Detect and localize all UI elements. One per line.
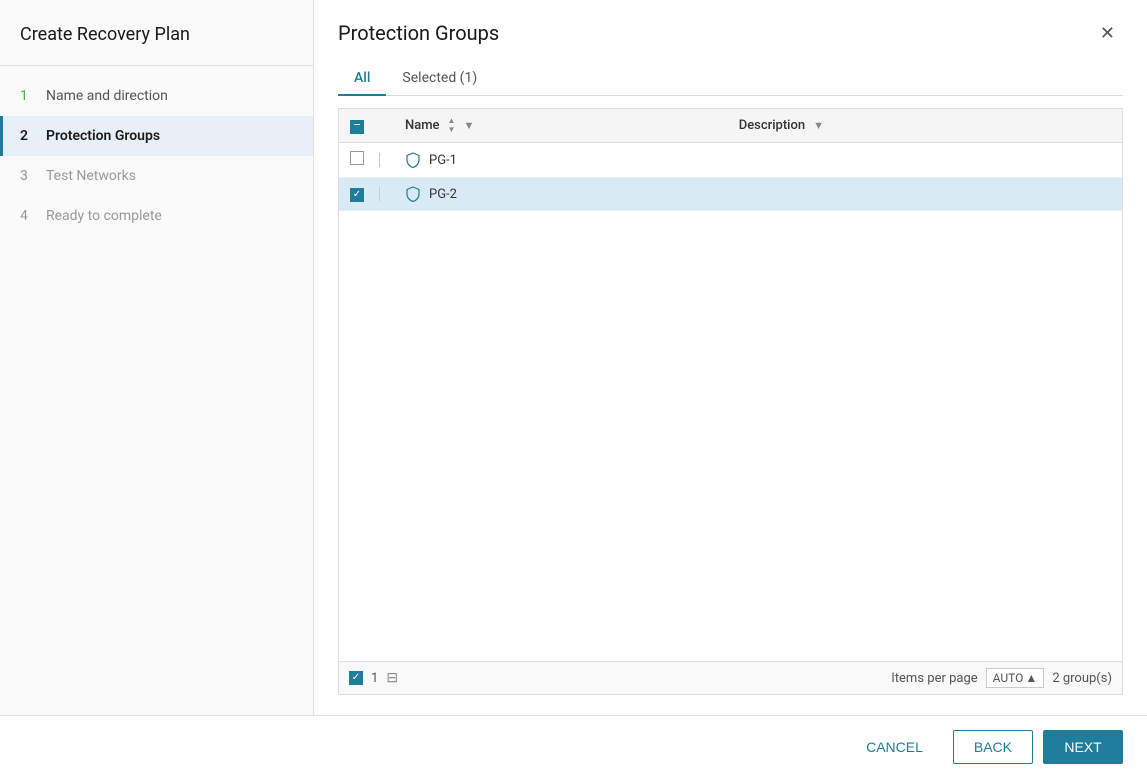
table-footer: 1 ⊟ Items per page AUTO ▲ 2 group(s) [338,662,1123,695]
items-per-page-label: Items per page [891,671,977,686]
row-pg1-description [729,143,1122,178]
modal-footer: CANCEL BACK NEXT [0,715,1147,778]
items-per-page-chevron: ▲ [1025,671,1037,685]
next-button[interactable]: NEXT [1043,730,1123,764]
row-pg1-sep [375,143,395,178]
auto-label: AUTO [993,671,1024,685]
sidebar-item-name-direction[interactable]: 1 Name and direction [0,76,313,116]
modal-body: Create Recovery Plan 1 Name and directio… [0,0,1147,715]
main-title: Protection Groups [338,21,499,45]
sidebar-item-protection-groups[interactable]: 2 Protection Groups [0,116,313,156]
step-2-num: 2 [20,128,36,144]
main-content: Protection Groups ✕ All Selected (1) [314,0,1147,715]
select-all-checkbox[interactable] [350,120,364,134]
sidebar-item-ready-to-complete[interactable]: 4 Ready to complete [0,196,313,236]
sidebar-title: Create Recovery Plan [0,24,313,66]
items-per-page-select[interactable]: AUTO ▲ [986,668,1045,688]
main-header: Protection Groups ✕ [338,20,1123,46]
row-pg2-name-cell[interactable]: PG-2 [395,178,729,211]
row-pg2-sep [375,178,395,211]
step-3-label: Test Networks [46,168,136,184]
row-pg2-checkbox-cell[interactable] [339,178,375,211]
row-pg1-checkbox-cell[interactable] [339,143,375,178]
table-header-row: Name ▲ ▼ ▼ Description [339,109,1122,143]
step-4-label: Ready to complete [46,208,162,224]
row-pg1-name-cell[interactable]: PG-1 [395,143,729,178]
table-row[interactable]: PG-2 [339,178,1122,211]
step-1-num: 1 [20,88,36,104]
protection-group-icon [405,186,421,202]
row-pg2-name: PG-2 [429,187,457,202]
footer-checkbox[interactable] [349,671,363,685]
protection-group-icon [405,152,421,168]
back-button[interactable]: BACK [953,730,1033,764]
step-1-label: Name and direction [46,88,168,104]
col-separator [379,187,380,201]
groups-count: 2 group(s) [1052,671,1112,686]
footer-left: 1 ⊟ [349,670,398,686]
footer-selected-count: 1 [371,671,378,686]
col-header-name[interactable]: Name ▲ ▼ ▼ [395,109,729,143]
row-pg2-checkbox[interactable] [350,188,364,202]
name-sort-icons[interactable]: ▲ ▼ [448,117,456,134]
table-row[interactable]: PG-1 [339,143,1122,178]
row-pg1-checkbox[interactable] [350,151,364,165]
row-pg2-description [729,178,1122,211]
modal-create-recovery-plan: Create Recovery Plan 1 Name and directio… [0,0,1147,778]
row-pg1-name: PG-1 [429,153,457,168]
sidebar: Create Recovery Plan 1 Name and directio… [0,0,314,715]
cancel-button[interactable]: CANCEL [846,731,943,763]
footer-grid-icon: ⊟ [386,670,398,686]
footer-right: Items per page AUTO ▲ 2 group(s) [891,668,1112,688]
tab-all[interactable]: All [338,62,386,96]
tab-selected[interactable]: Selected (1) [386,62,493,96]
protection-groups-table: Name ▲ ▼ ▼ Description [338,108,1123,662]
step-4-num: 4 [20,208,36,224]
col-separator [379,153,380,167]
name-filter-icon[interactable]: ▼ [463,119,474,132]
sidebar-item-test-networks[interactable]: 3 Test Networks [0,156,313,196]
col-header-checkbox[interactable] [339,109,375,143]
step-2-label: Protection Groups [46,128,160,144]
step-3-num: 3 [20,168,36,184]
description-filter-icon[interactable]: ▼ [813,119,824,132]
tabs: All Selected (1) [338,62,1123,96]
close-button[interactable]: ✕ [1092,20,1123,46]
col-header-sep [375,109,395,143]
col-header-description[interactable]: Description ▼ [729,109,1122,143]
